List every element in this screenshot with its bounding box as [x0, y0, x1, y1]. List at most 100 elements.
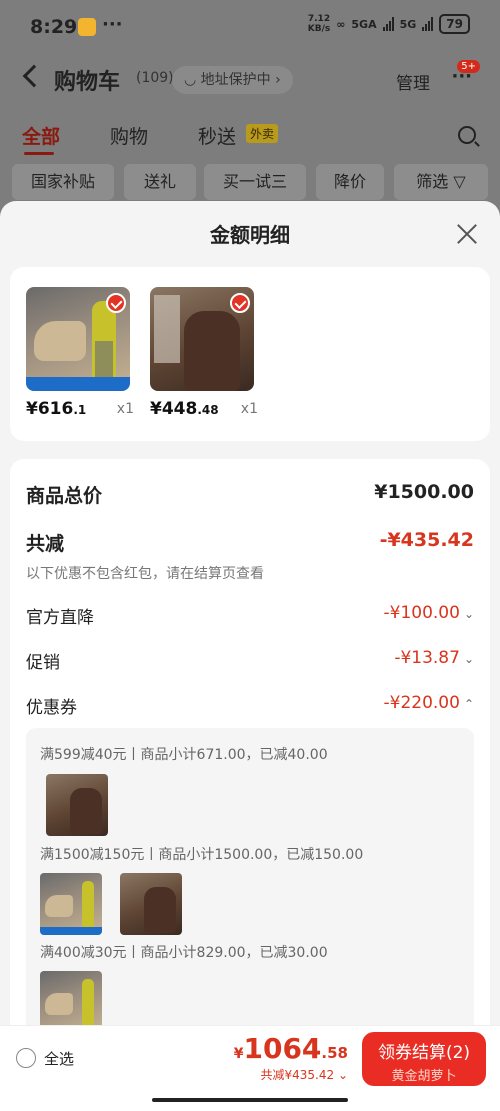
tab-shopping[interactable]: 购物	[110, 122, 148, 149]
down-jacket-mini-thumb	[46, 774, 108, 836]
speed-unit: KB/s	[307, 24, 331, 34]
checkout-sub-label: 黄金胡萝卜	[391, 1069, 457, 1084]
total-value: ¥1500.00	[374, 481, 474, 503]
promo-row[interactable]: 促销 -¥13.87 ⌄	[26, 648, 474, 673]
signal-icon	[382, 17, 394, 31]
product-qty: x1	[116, 401, 134, 417]
price-int: ¥616	[26, 399, 74, 419]
discount-note: 以下优惠不包含红包，请在结算页查看	[26, 566, 264, 582]
cart-page-dimmed: 购物车 (109) ◡ 地址保护中 › 管理 ··· 5+ 全部 购物 秒送 外…	[0, 56, 500, 216]
chip-filter-label: 筛选	[416, 172, 449, 191]
search-icon[interactable]	[458, 126, 476, 144]
status-more-dots: ···	[102, 14, 123, 35]
coupon-value: -¥220.00	[383, 693, 460, 713]
brand-strip	[40, 927, 102, 935]
price-breakdown-card: 商品总价 ¥1500.00 共减 -¥435.42 以下优惠不包含红包，请在结算…	[10, 459, 490, 1111]
app-notification-icon	[78, 18, 96, 36]
saved-amount: 共减¥435.42	[260, 1068, 335, 1082]
coupon-label: 优惠券	[26, 698, 77, 718]
chip-national-subsidy[interactable]: 国家补贴	[12, 164, 114, 200]
coat-shape	[184, 311, 240, 391]
close-icon[interactable]	[456, 223, 478, 245]
address-protect-label: 地址保护中	[200, 72, 271, 88]
coupon-line: 满400减30元丨商品小计829.00，已减30.00	[40, 945, 328, 961]
model-figure	[82, 881, 94, 927]
tab-all[interactable]: 全部	[22, 122, 60, 149]
amount-detail-sheet: 金额明细 ¥616.1 x1 ¥448.48 x1 商品总价 ¥1500.00 …	[0, 201, 500, 1111]
price-dec: .48	[197, 403, 219, 417]
cart-count: (109)	[136, 70, 174, 86]
product-item[interactable]: ¥448.48 x1	[150, 287, 258, 419]
down-jacket-mini-thumb	[120, 873, 182, 935]
status-right: 7.12 KB/s ∞ 5GA 5G 79	[308, 14, 470, 34]
coupon-row[interactable]: 优惠券 -¥220.00 ⌃	[26, 693, 474, 718]
shoe-shape	[45, 993, 73, 1015]
back-arrow-icon[interactable]	[22, 64, 46, 88]
product-qty: x1	[240, 401, 258, 417]
shoe-shape	[34, 321, 86, 361]
address-protect-button[interactable]: ◡ 地址保护中 ›	[172, 66, 293, 94]
product-price: ¥616.1 x1	[26, 399, 134, 419]
product-item[interactable]: ¥616.1 x1	[26, 287, 134, 419]
chip-gift[interactable]: 送礼	[124, 164, 196, 200]
total-row: 商品总价 ¥1500.00	[26, 481, 474, 508]
checkout-button[interactable]: 领券结算(2) 黄金胡萝卜	[362, 1032, 486, 1086]
price-int: ¥448	[150, 399, 198, 419]
chevron-down-icon: ⌄	[463, 607, 474, 621]
chip-try[interactable]: 买一试三	[204, 164, 306, 200]
chevron-down-icon: ⌄	[463, 652, 474, 666]
chevron-down-icon: ⌄	[337, 1068, 348, 1082]
sheet-title: 金额明细	[210, 223, 290, 247]
chevron-up-icon: ⌃	[463, 697, 474, 711]
total-price: ¥1064.58	[234, 1032, 348, 1065]
speed-value: 7.12	[307, 14, 331, 24]
total-label: 商品总价	[26, 485, 103, 507]
tab-instant[interactable]: 秒送	[198, 122, 236, 149]
tab-underline	[24, 152, 54, 155]
net2-label: 5G	[399, 17, 417, 31]
shield-icon: ◡	[184, 72, 201, 88]
total-int: 1064	[243, 1032, 322, 1065]
coupon-line: 满599减40元丨商品小计671.00，已减40.00	[40, 747, 328, 763]
model-figure	[92, 301, 116, 381]
running-shoe-mini-thumb	[40, 873, 102, 935]
home-indicator[interactable]	[152, 1098, 348, 1102]
reduce-row: 共减 -¥435.42	[26, 529, 474, 556]
select-all-radio[interactable]	[16, 1048, 36, 1068]
network-speed: 7.12 KB/s	[308, 14, 330, 34]
running-shoe-thumbnail	[26, 287, 130, 391]
promo-value-wrap: -¥13.87 ⌄	[394, 648, 474, 668]
saved-amount-toggle[interactable]: 共减¥435.42 ⌄	[260, 1066, 348, 1083]
instant-tag: 外卖	[246, 124, 279, 143]
reduce-label: 共减	[26, 533, 65, 555]
battery-icon: 79	[439, 14, 470, 34]
status-bar: 8:29 ··· 7.12 KB/s ∞ 5GA 5G 79	[0, 0, 500, 56]
notification-badge: 5+	[457, 60, 480, 73]
coupon-line: 满1500减150元丨商品小计1500.00，已减150.00	[40, 847, 364, 863]
select-all-label[interactable]: 全选	[44, 1048, 74, 1069]
chip-filter[interactable]: 筛选 ▽	[394, 164, 488, 200]
product-price: ¥448.48 x1	[150, 399, 258, 419]
coupon-value-wrap: -¥220.00 ⌃	[384, 693, 475, 713]
selected-products-card: ¥616.1 x1 ¥448.48 x1	[10, 267, 490, 441]
down-jacket-thumbnail	[150, 287, 254, 391]
chip-price-drop[interactable]: 降价	[316, 164, 384, 200]
coat-shape	[144, 887, 176, 933]
shoe-shape	[45, 895, 73, 917]
manage-button[interactable]: 管理	[396, 69, 430, 94]
official-value: -¥100.00	[383, 603, 460, 623]
selected-check-icon	[230, 293, 250, 313]
total-dec: .58	[321, 1044, 348, 1062]
running-shoe-mini-thumb	[40, 971, 102, 1033]
net1-label: 5GA	[351, 17, 377, 31]
cart-tabs: 全部 购物 秒送 外卖	[0, 120, 500, 156]
selected-check-icon	[106, 293, 126, 313]
coat-shape	[70, 788, 102, 834]
official-value-wrap: -¥100.00 ⌄	[384, 603, 475, 623]
official-label: 官方直降	[26, 608, 94, 628]
official-discount-row[interactable]: 官方直降 -¥100.00 ⌄	[26, 603, 474, 628]
filter-icon: ▽	[453, 172, 466, 191]
price-dec: .1	[73, 403, 87, 417]
page-title: 购物车	[54, 70, 121, 95]
model-figure	[82, 979, 94, 1025]
